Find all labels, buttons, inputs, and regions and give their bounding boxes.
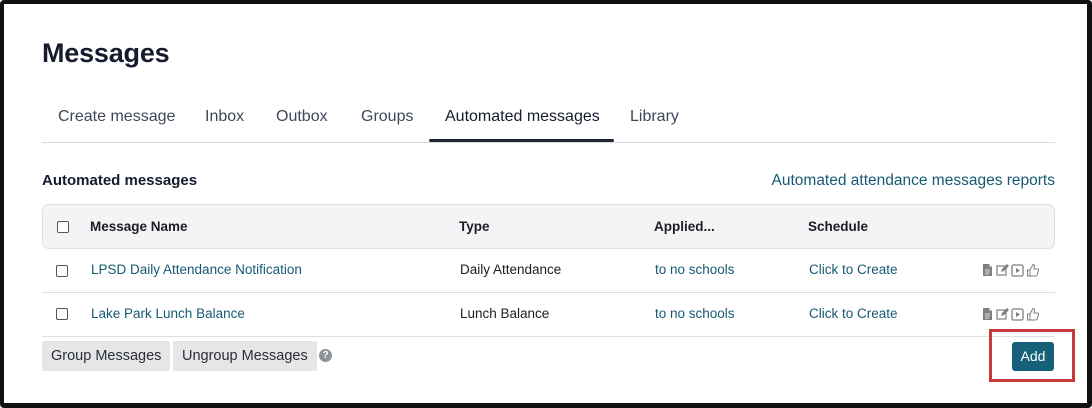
- tab-create-message[interactable]: Create message: [58, 108, 175, 126]
- message-name-link[interactable]: Lake Park Lunch Balance: [91, 306, 245, 321]
- row-checkbox[interactable]: [56, 308, 68, 320]
- play-icon[interactable]: [1011, 307, 1024, 321]
- applied-schools-link[interactable]: to no schools: [655, 306, 735, 321]
- tab-library[interactable]: Library: [630, 108, 679, 126]
- column-header-type: Type: [459, 219, 490, 234]
- document-icon[interactable]: [981, 307, 994, 321]
- ungroup-messages-button[interactable]: Ungroup Messages: [173, 341, 317, 371]
- play-icon[interactable]: [1011, 263, 1024, 277]
- row-actions: [981, 307, 1039, 321]
- select-all-checkbox[interactable]: [57, 221, 69, 233]
- tab-automated-messages[interactable]: Automated messages: [445, 108, 600, 126]
- tab-inbox[interactable]: Inbox: [205, 108, 244, 126]
- group-messages-button[interactable]: Group Messages: [42, 341, 171, 371]
- table-header: Message Name Type Applied... Schedule: [42, 204, 1055, 249]
- tab-bar: Create message Inbox Outbox Groups Autom…: [42, 104, 1055, 143]
- active-tab-indicator: [429, 139, 614, 142]
- edit-icon[interactable]: [996, 307, 1009, 321]
- applied-schools-link[interactable]: to no schools: [655, 262, 735, 277]
- edit-icon[interactable]: [996, 263, 1009, 277]
- messages-table: Message Name Type Applied... Schedule LP…: [42, 204, 1055, 337]
- document-icon[interactable]: [981, 263, 994, 277]
- column-header-name: Message Name: [90, 219, 188, 234]
- row-actions: [981, 263, 1039, 277]
- message-type: Daily Attendance: [460, 262, 562, 277]
- tab-groups[interactable]: Groups: [361, 108, 413, 126]
- schedule-create-link[interactable]: Click to Create: [809, 306, 898, 321]
- message-name-link[interactable]: LPSD Daily Attendance Notification: [91, 262, 302, 277]
- tab-outbox[interactable]: Outbox: [276, 108, 328, 126]
- row-checkbox[interactable]: [56, 265, 68, 277]
- column-header-schedule: Schedule: [808, 219, 869, 234]
- page-title: Messages: [42, 38, 170, 68]
- table-row: LPSD Daily Attendance Notification Daily…: [42, 249, 1055, 293]
- column-header-applied: Applied...: [654, 219, 715, 234]
- table-row: Lake Park Lunch Balance Lunch Balance to…: [42, 293, 1055, 337]
- add-button[interactable]: Add: [1012, 342, 1054, 371]
- attendance-reports-link[interactable]: Automated attendance messages reports: [772, 172, 1055, 190]
- schedule-create-link[interactable]: Click to Create: [809, 262, 898, 277]
- thumbs-up-icon[interactable]: [1026, 263, 1039, 277]
- thumbs-up-icon[interactable]: [1026, 307, 1039, 321]
- help-icon[interactable]: ?: [319, 349, 332, 362]
- message-type: Lunch Balance: [460, 306, 550, 321]
- section-title: Automated messages: [42, 172, 198, 189]
